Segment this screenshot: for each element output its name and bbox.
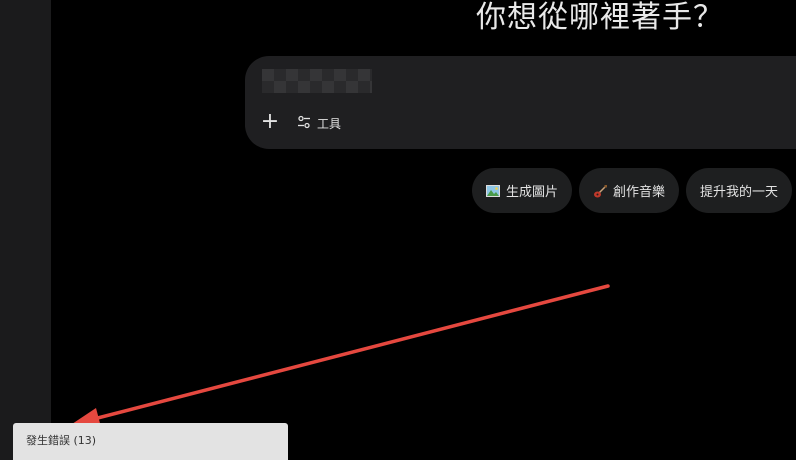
chip-create-music[interactable]: 創作音樂 bbox=[579, 168, 680, 213]
chip-label: 生成圖片 bbox=[506, 185, 559, 200]
prompt-placeholder-redacted bbox=[262, 69, 372, 93]
chip-improve-my-day[interactable]: 提升我的一天 bbox=[686, 168, 793, 213]
error-message: 發生錯誤 (13) bbox=[26, 434, 97, 447]
page-title: 你想從哪裡著手？ bbox=[476, 0, 724, 35]
guitar-icon bbox=[593, 184, 608, 197]
chip-generate-image[interactable]: 生成圖片 bbox=[472, 168, 573, 213]
suggestion-chips: 生成圖片 創作音樂 提升我的一天 bbox=[472, 168, 796, 213]
image-icon bbox=[486, 184, 500, 197]
chip-label: 提升我的一天 bbox=[700, 185, 779, 200]
sliders-icon bbox=[297, 115, 311, 132]
chip-label: 創作音樂 bbox=[613, 185, 666, 200]
prompt-input-box[interactable]: + 工具 bbox=[245, 56, 796, 149]
tools-button[interactable]: 工具 bbox=[297, 113, 341, 133]
tools-label: 工具 bbox=[317, 116, 342, 131]
add-button[interactable]: + bbox=[259, 111, 281, 133]
plus-icon: + bbox=[260, 109, 280, 134]
error-toast: 發生錯誤 (13) bbox=[13, 423, 288, 460]
app-page: 你想從哪裡著手？ + 工具 生成圖片 創作音樂 提升我的一天 發生錯誤 (13) bbox=[0, 0, 796, 460]
sidebar bbox=[0, 0, 51, 460]
